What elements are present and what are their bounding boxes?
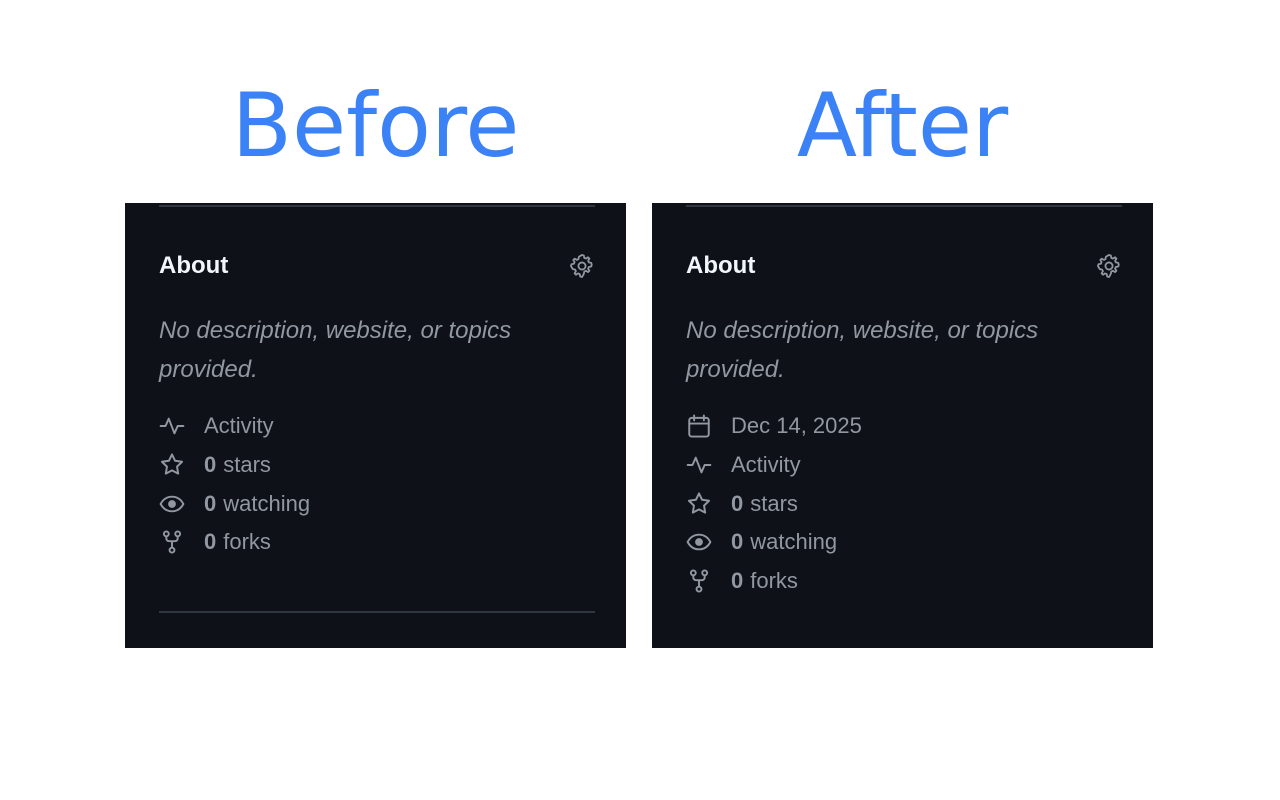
stars-label: stars [750,490,798,516]
forks-count: 0 [204,529,217,555]
gear-icon[interactable] [1096,253,1122,279]
repo-description: No description, website, or topics provi… [159,317,512,383]
top-divider [159,205,595,207]
about-title: About [159,252,229,279]
forks-label: forks [223,529,271,555]
bottom-divider [159,611,595,613]
fork-icon [686,568,712,594]
watching-count: 0 [204,490,217,516]
about-header: About [159,251,595,281]
stars-count: 0 [204,452,217,478]
forks-label: forks [750,568,798,594]
calendar-icon [686,413,712,439]
after-about-panel: About No description, website, or topics… [652,203,1153,648]
watching-label: watching [223,490,311,516]
repo-meta-list: Dec 14, 2025 Activity 0 stars 0 watching… [686,411,1122,604]
forks-item[interactable]: 0 forks [159,519,595,566]
gear-icon[interactable] [569,253,595,279]
top-divider [686,205,1122,207]
pulse-icon [159,413,185,439]
eye-icon [686,529,712,555]
forks-count: 0 [731,568,744,594]
about-header: About [686,251,1122,281]
star-icon [686,491,712,517]
before-heading: Before [231,74,520,177]
watching-label: watching [750,529,838,555]
about-title: About [686,252,756,279]
stars-count: 0 [731,490,744,516]
stars-label: stars [223,452,271,478]
repo-description: No description, website, or topics provi… [686,317,1039,383]
fork-icon [159,529,185,555]
forks-item[interactable]: 0 forks [686,558,1122,605]
before-about-panel: About No description, website, or topics… [125,203,626,648]
after-heading: After [796,74,1009,177]
activity-label: Activity [204,413,274,439]
pulse-icon [686,452,712,478]
eye-icon [159,491,185,517]
repo-meta-list: Activity 0 stars 0 watching 0 forks [159,411,595,566]
activity-label: Activity [731,452,801,478]
date-label: Dec 14, 2025 [731,413,862,439]
watching-count: 0 [731,529,744,555]
star-icon [159,452,185,478]
comparison-stage: Before After About No description, websi… [0,0,1280,800]
